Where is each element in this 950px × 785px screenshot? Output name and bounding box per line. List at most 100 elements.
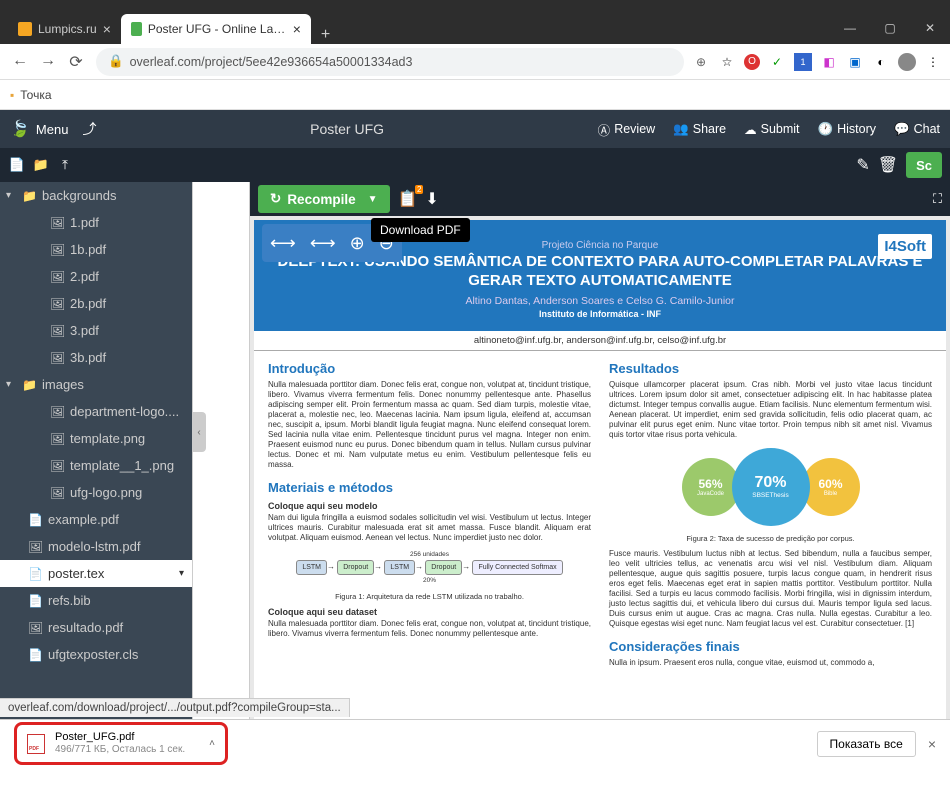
file-item[interactable]: 🖼2b.pdf [0, 290, 192, 317]
review-button[interactable]: ⒶReview [598, 120, 656, 139]
image-icon: 🖼 [50, 243, 64, 257]
chat-button[interactable]: 💬Chat [894, 120, 940, 139]
history-button[interactable]: 🕐History [818, 120, 876, 139]
new-file-icon[interactable]: 📄 [8, 157, 26, 173]
image-icon: 🖼 [28, 540, 42, 554]
upload-file-icon[interactable]: ⤒ [56, 157, 74, 173]
file-icon: 📄 [28, 648, 42, 662]
file-item[interactable]: 🖼1b.pdf [0, 236, 192, 263]
close-icon[interactable]: × [293, 21, 301, 37]
figure-caption: Figura 1: Arquitetura da rede LSTM utili… [268, 592, 591, 601]
subsection-heading: Coloque aqui seu modelo [268, 501, 591, 511]
file-item[interactable]: 🖼1.pdf [0, 209, 192, 236]
zoom-in-icon[interactable]: ⊕ [350, 233, 365, 254]
new-folder-icon[interactable]: 📁 [32, 157, 50, 173]
image-icon: 🖼 [50, 270, 64, 284]
file-item[interactable]: 🖼2.pdf [0, 263, 192, 290]
pdf-file-icon [27, 734, 45, 754]
overleaf-toolbar: 📄 📁 ⤒ ✎ 🗑 Sc [0, 148, 950, 182]
folder-icon: 📁 [22, 378, 36, 392]
menu-icon[interactable]: ⋮ [924, 53, 942, 71]
file-item[interactable]: 🖼template.png [0, 425, 192, 452]
maximize-button[interactable]: ▢ [870, 12, 910, 44]
browser-tabs: Lumpics.ru × Poster UFG - Online LaTeX E… [0, 12, 950, 44]
folder-images[interactable]: ▾📁images [0, 371, 192, 398]
menu-button[interactable]: 🍃 Menu [10, 119, 68, 139]
chevron-down-icon[interactable]: ▼ [368, 194, 378, 205]
file-item[interactable]: 🖼modelo-lstm.pdf [0, 533, 192, 560]
back-button[interactable]: ← [8, 52, 32, 72]
ext-icon[interactable]: ✓ [768, 53, 786, 71]
close-icon[interactable]: × [103, 21, 111, 37]
history-icon: 🕐 [818, 122, 834, 137]
folder-backgrounds[interactable]: ▾📁backgrounds [0, 182, 192, 209]
ext-icon[interactable]: O [744, 54, 760, 70]
fit-width-icon[interactable]: ⟷ [270, 233, 296, 254]
ext-icon[interactable]: 1 [794, 53, 812, 71]
file-item[interactable]: 📄ufgtexposter.cls [0, 641, 192, 668]
file-icon: 📄 [28, 594, 42, 608]
chevron-down-icon[interactable]: ▾ [179, 568, 184, 579]
upload-icon[interactable]: ⤴ [82, 119, 96, 139]
bookmark-item[interactable]: Точка [20, 88, 51, 102]
image-icon: 🖼 [50, 297, 64, 311]
lock-icon: 🔒 [108, 54, 124, 69]
file-item[interactable]: 📄example.pdf [0, 506, 192, 533]
emails: altinoneto@inf.ufg.br, anderson@inf.ufg.… [254, 331, 946, 351]
delete-icon[interactable]: 🗑 [878, 155, 898, 175]
file-item-selected[interactable]: 📄poster.tex▾ [0, 560, 192, 587]
scroll-button[interactable]: Sc [906, 152, 942, 178]
file-item[interactable]: 🖼3.pdf [0, 317, 192, 344]
image-icon: 🖼 [50, 324, 64, 338]
tab-lumpics[interactable]: Lumpics.ru × [8, 14, 121, 44]
chevron-up-icon[interactable]: ˄ [209, 738, 215, 749]
body-text: Nulla malesuada porttitor diam. Donec fe… [268, 380, 591, 470]
pdf-page: ⟷ ⟷ ⊕ ⊖ I4Soft Projeto Ciência no Parque… [254, 220, 946, 728]
fullscreen-icon[interactable]: ⛶ [933, 191, 942, 207]
pdf-pane: ↻ Recompile ▼ 📋2 ⬇ Download PDF ⛶ ⟷ ⟷ ⊕ … [250, 182, 950, 732]
file-item[interactable]: 🖼department-logo.... [0, 398, 192, 425]
file-item[interactable]: 🖼resultado.pdf [0, 614, 192, 641]
favicon [131, 22, 142, 36]
file-item[interactable]: 🖼template__1_.png [0, 452, 192, 479]
file-item[interactable]: 📄refs.bib [0, 587, 192, 614]
tooltip: Download PDF [371, 218, 470, 242]
ext-icon[interactable]: ▣ [846, 53, 864, 71]
file-item[interactable]: 🖼ufg-logo.png [0, 479, 192, 506]
reload-button[interactable]: ⟳ [64, 52, 88, 72]
image-icon: 🖼 [50, 216, 64, 230]
file-item[interactable]: 🖼3b.pdf [0, 344, 192, 371]
bookmarks-bar: ▪ Точка [0, 80, 950, 110]
file-tree: ▾📁backgrounds 🖼1.pdf 🖼1b.pdf 🖼2.pdf 🖼2b.… [0, 182, 192, 732]
recompile-button[interactable]: ↻ Recompile ▼ [258, 185, 390, 213]
star-icon[interactable]: ☆ [718, 53, 736, 71]
avatar[interactable] [898, 53, 916, 71]
close-icon[interactable]: × [928, 736, 936, 752]
submit-button[interactable]: ☁Submit [744, 120, 799, 139]
translate-icon[interactable]: ⊕ [692, 53, 710, 71]
section-heading: Introdução [268, 361, 591, 376]
download-pdf-icon[interactable]: ⬇ [425, 189, 438, 209]
edit-icon[interactable]: ✎ [856, 155, 869, 175]
ext-icon[interactable]: ◧ [820, 53, 838, 71]
figure-caption: Figura 2: Taxa de sucesso de predição po… [609, 534, 932, 543]
logs-icon[interactable]: 📋2 [398, 189, 418, 209]
url-input[interactable]: 🔒 overleaf.com/project/5ee42e936654a5000… [96, 48, 684, 76]
download-filename: Poster_UFG.pdf [55, 731, 185, 744]
tab-overleaf[interactable]: Poster UFG - Online LaTeX Edito × [121, 14, 311, 44]
close-window-button[interactable]: ✕ [910, 12, 950, 44]
ext-icon[interactable]: ◐ [872, 53, 890, 71]
leaf-icon: 🍃 [10, 119, 30, 139]
image-icon: 🖼 [50, 351, 64, 365]
show-all-button[interactable]: Показать все [817, 731, 916, 757]
image-icon: 🖼 [50, 432, 64, 446]
share-button[interactable]: 👥Share [673, 120, 726, 139]
download-item[interactable]: Poster_UFG.pdf 496/771 КБ, Осталась 1 се… [14, 722, 228, 765]
pane-handle[interactable]: ‹ [192, 412, 206, 452]
result-chart: 56%JavaCode 70%SBSEThesis 60%Bible [609, 448, 932, 526]
new-tab-button[interactable]: + [311, 26, 340, 44]
minimize-button[interactable]: ― [830, 12, 870, 44]
forward-button[interactable]: → [36, 52, 60, 72]
address-bar: ← → ⟳ 🔒 overleaf.com/project/5ee42e93665… [0, 44, 950, 80]
fit-height-icon[interactable]: ⟷ [310, 233, 336, 254]
